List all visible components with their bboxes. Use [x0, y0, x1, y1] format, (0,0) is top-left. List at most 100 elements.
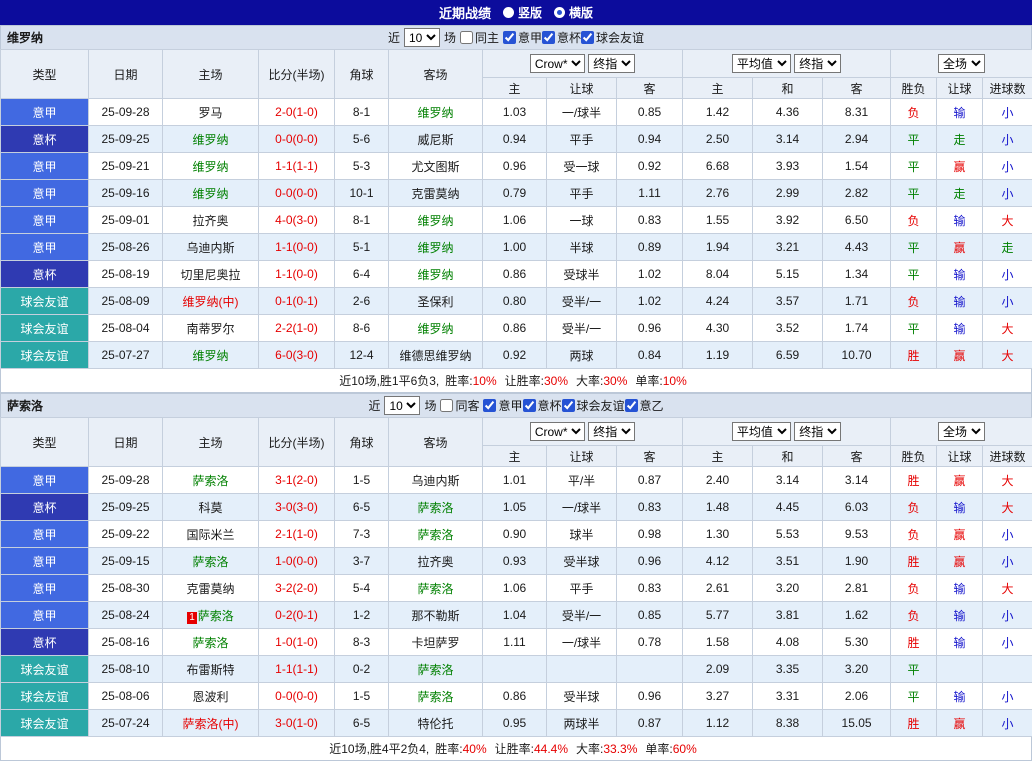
layout-option-vertical[interactable]: 竖版 — [503, 4, 542, 21]
cell-away-team: 特伦托 — [389, 710, 483, 737]
layout-option-label: 横版 — [569, 4, 593, 21]
col-header-score: 比分(半场) — [259, 50, 335, 99]
cell-home-team: 南蒂罗尔 — [163, 315, 259, 342]
col-header-home: 主场 — [163, 50, 259, 99]
cell-asia-away-odds: 0.96 — [617, 683, 683, 710]
league-checkbox[interactable] — [523, 399, 536, 412]
league-checkbox[interactable] — [503, 31, 516, 44]
league-filter[interactable]: 意甲 — [503, 29, 542, 46]
league-filter[interactable]: 意乙 — [625, 397, 664, 414]
cell-result: 胜 — [891, 629, 937, 656]
fulltime-select[interactable]: 全场 — [938, 422, 985, 441]
cell-corner: 6-5 — [335, 710, 389, 737]
league-filter[interactable]: 意杯 — [542, 29, 581, 46]
col-header-date: 日期 — [89, 50, 163, 99]
euro-company-select[interactable]: 平均值 — [732, 54, 791, 73]
team-name: 萨索洛 — [1, 397, 43, 414]
league-checkbox[interactable] — [562, 399, 575, 412]
cell-asia-away-odds: 0.85 — [617, 602, 683, 629]
league-checkbox[interactable] — [581, 31, 594, 44]
cell-result: 负 — [891, 575, 937, 602]
league-checkbox[interactable] — [542, 31, 555, 44]
summary-stat-label: 让胜率: — [495, 742, 534, 756]
cell-match-type: 意杯 — [1, 126, 89, 153]
asia-company-select[interactable]: Crow* — [530, 422, 585, 441]
cell-corner: 0-2 — [335, 656, 389, 683]
match-row: 球会友谊25-07-27维罗纳6-0(3-0)12-4维德思维罗纳0.92两球0… — [1, 342, 1032, 369]
cell-handicap-result: 输 — [937, 207, 983, 234]
cell-asia-home-odds: 1.06 — [483, 207, 547, 234]
cell-score: 0-1(0-1) — [259, 288, 335, 315]
cell-corner: 1-5 — [335, 683, 389, 710]
league-label: 意甲 — [498, 397, 522, 414]
cell-match-type: 意甲 — [1, 548, 89, 575]
radio-icon[interactable] — [554, 7, 565, 18]
cell-asia-away-odds: 0.83 — [617, 575, 683, 602]
fulltime-header: 全场 — [891, 50, 1032, 78]
euro-time-select[interactable]: 终指 — [794, 422, 841, 441]
euro-company-select[interactable]: 平均值 — [732, 422, 791, 441]
cell-away-team: 威尼斯 — [389, 126, 483, 153]
fulltime-select[interactable]: 全场 — [938, 54, 985, 73]
cell-result: 胜 — [891, 548, 937, 575]
cell-asia-handicap: 受半球 — [547, 548, 617, 575]
same-venue-checkbox[interactable] — [440, 399, 453, 412]
cell-away-team: 萨索洛 — [389, 656, 483, 683]
cell-asia-home-odds: 0.95 — [483, 710, 547, 737]
cell-home-team: 乌迪内斯 — [163, 234, 259, 261]
asia-time-select[interactable]: 终指 — [588, 54, 635, 73]
cell-date: 25-09-25 — [89, 494, 163, 521]
cell-euro-home-odds: 4.12 — [683, 548, 753, 575]
league-checkbox[interactable] — [625, 399, 638, 412]
same-venue-checkbox[interactable] — [460, 31, 473, 44]
recent-count-select[interactable]: 10 — [384, 396, 420, 415]
layout-option-horizontal[interactable]: 横版 — [554, 4, 593, 21]
summary-prefix: 近10场,胜4平2负4, — [329, 740, 429, 757]
cell-asia-away-odds: 0.96 — [617, 315, 683, 342]
cell-euro-draw-odds: 3.81 — [753, 602, 823, 629]
cell-home-team: 国际米兰 — [163, 521, 259, 548]
same-venue-filter[interactable]: 同主 — [460, 29, 499, 46]
league-filter[interactable]: 球会友谊 — [581, 29, 644, 46]
cell-euro-home-odds: 2.40 — [683, 467, 753, 494]
cell-handicap-result: 走 — [937, 126, 983, 153]
match-row: 球会友谊25-07-24萨索洛(中)3-0(1-0)6-5特伦托0.95两球半0… — [1, 710, 1032, 737]
league-filter[interactable]: 意甲 — [483, 397, 522, 414]
summary-stat-value: 10% — [663, 374, 687, 388]
league-checkbox[interactable] — [483, 399, 496, 412]
match-filters: 近 10 场 同客 意甲意杯球会友谊意乙 — [1, 396, 1031, 415]
subcol-euro-home: 主 — [683, 446, 753, 467]
match-row: 意杯25-09-25维罗纳0-0(0-0)5-6威尼斯0.94平手0.942.5… — [1, 126, 1032, 153]
cell-handicap-result: 输 — [937, 602, 983, 629]
cell-goals-result: 小 — [983, 261, 1032, 288]
match-row: 球会友谊25-08-09维罗纳(中)0-1(0-1)2-6圣保利0.80受半/一… — [1, 288, 1032, 315]
cell-asia-away-odds: 1.02 — [617, 288, 683, 315]
cell-date: 25-07-27 — [89, 342, 163, 369]
match-row: 意甲25-09-15萨索洛1-0(0-0)3-7拉齐奥0.93受半球0.964.… — [1, 548, 1032, 575]
cell-asia-home-odds: 0.86 — [483, 261, 547, 288]
cell-result: 负 — [891, 207, 937, 234]
cell-score: 2-0(1-0) — [259, 99, 335, 126]
asia-odds-header: Crow* 终指 — [483, 50, 683, 78]
asia-time-select[interactable]: 终指 — [588, 422, 635, 441]
league-label: 球会友谊 — [596, 29, 644, 46]
recent-count-select[interactable]: 10 — [404, 28, 440, 47]
cell-score: 1-0(0-0) — [259, 548, 335, 575]
league-filter[interactable]: 球会友谊 — [562, 397, 625, 414]
same-venue-filter[interactable]: 同客 — [440, 397, 479, 414]
cell-euro-away-odds: 2.82 — [823, 180, 891, 207]
cell-match-type: 意甲 — [1, 602, 89, 629]
cell-goals-result: 走 — [983, 234, 1032, 261]
cell-corner: 5-6 — [335, 126, 389, 153]
league-filter[interactable]: 意杯 — [523, 397, 562, 414]
cell-date: 25-07-24 — [89, 710, 163, 737]
cell-asia-handicap: 受球半 — [547, 261, 617, 288]
cell-asia-handicap: 受半/一 — [547, 602, 617, 629]
cell-home-team: 罗马 — [163, 99, 259, 126]
asia-company-select[interactable]: Crow* — [530, 54, 585, 73]
cell-match-type: 球会友谊 — [1, 710, 89, 737]
euro-time-select[interactable]: 终指 — [794, 54, 841, 73]
subcol-asia-away: 客 — [617, 78, 683, 99]
radio-icon[interactable] — [503, 7, 514, 18]
cell-asia-home-odds: 0.86 — [483, 683, 547, 710]
